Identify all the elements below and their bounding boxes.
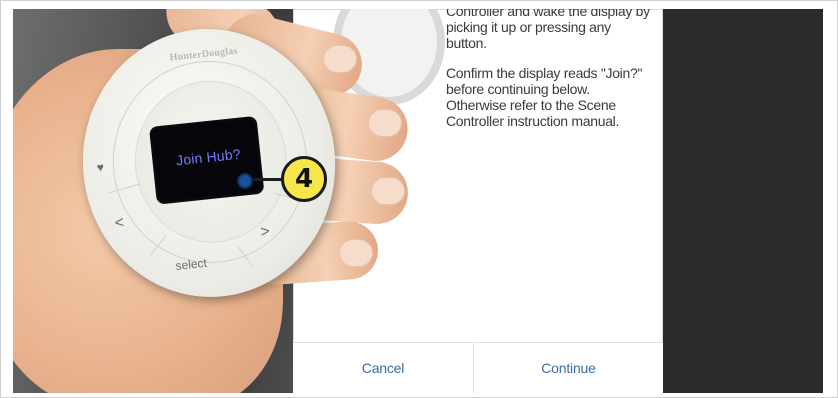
chevron-left-icon: <: [113, 214, 126, 233]
chevron-right-icon: >: [259, 223, 271, 241]
instruction-paragraph-1: Controller and wake the display by picki…: [446, 9, 650, 51]
continue-button[interactable]: Continue: [474, 343, 663, 393]
instruction-text: Controller and wake the display by picki…: [446, 9, 651, 143]
callout-anchor-dot: [237, 173, 253, 189]
display-text: Join Hub?: [175, 145, 242, 169]
select-label: select: [174, 255, 208, 274]
callout-number-badge: 4: [281, 156, 327, 202]
product-photo: Controller and wake the display by picki…: [13, 9, 823, 393]
fingernail: [323, 45, 357, 73]
fingernail: [368, 109, 402, 137]
phone-footer-bar: Cancel Continue: [293, 342, 663, 393]
fingernail: [339, 239, 373, 267]
background-dark-area: [663, 9, 823, 393]
image-frame: Controller and wake the display by picki…: [0, 0, 838, 398]
heart-icon: ♥: [96, 160, 105, 175]
fingernail: [371, 177, 405, 205]
controller-display: Join Hub?: [148, 115, 265, 205]
instruction-paragraph-2: Confirm the display reads "Join?" before…: [446, 65, 643, 129]
cancel-button[interactable]: Cancel: [293, 343, 474, 393]
